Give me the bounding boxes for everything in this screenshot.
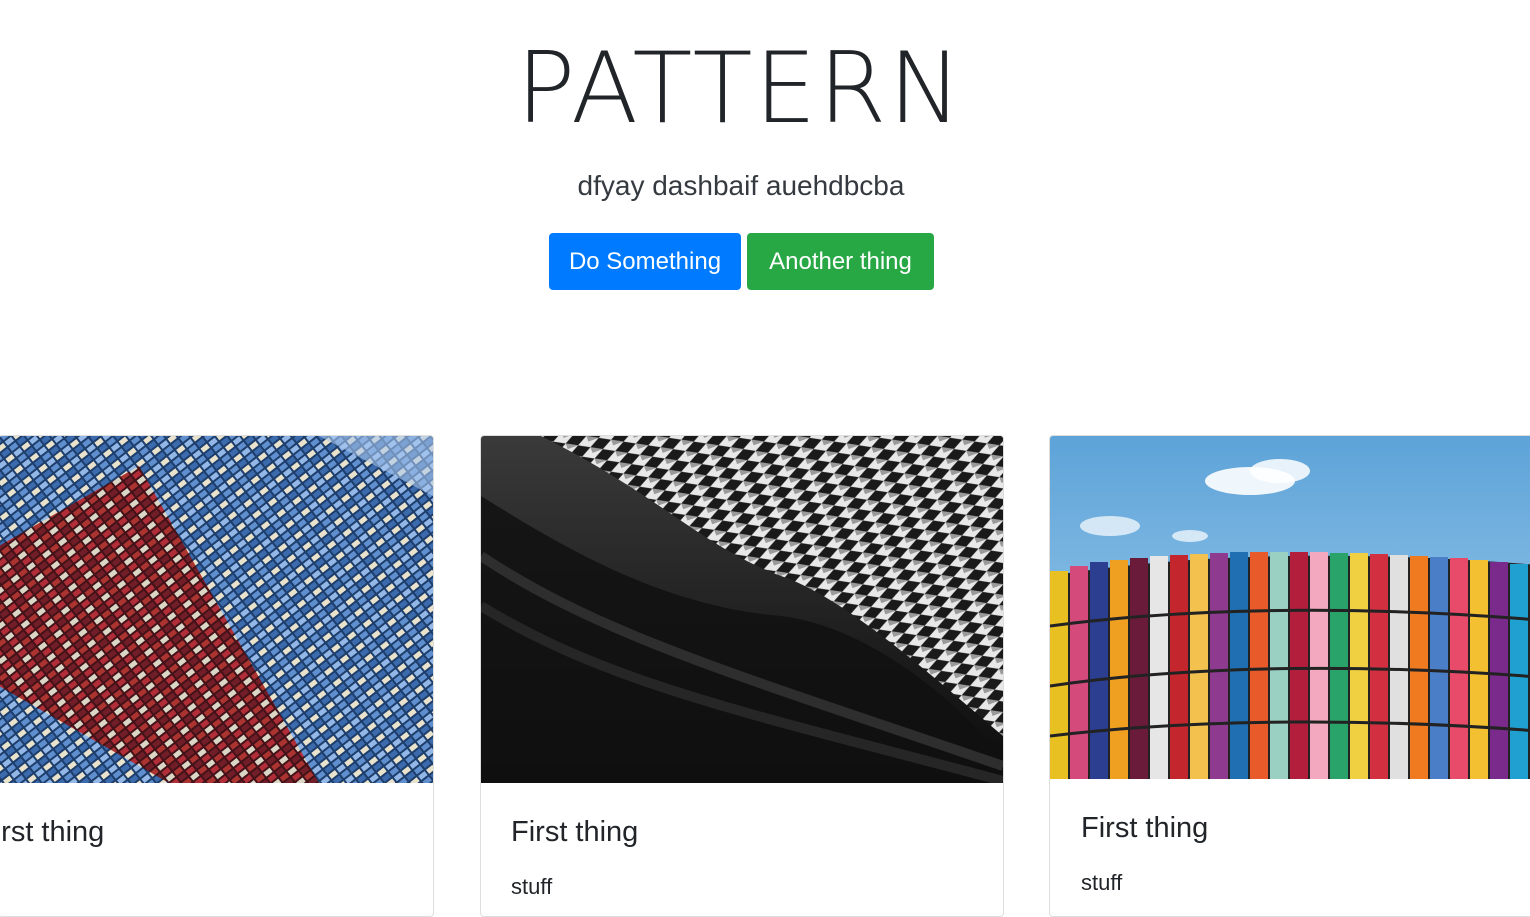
card-3: First thing stuff (1049, 435, 1530, 917)
card-title: First thing (511, 816, 639, 848)
do-something-button[interactable]: Do Something (549, 233, 741, 290)
another-thing-button[interactable]: Another thing (747, 233, 934, 290)
page-subtitle: dfyay dashbaif auehdbcba (577, 170, 905, 201)
page-title: PATTERN (516, 32, 964, 146)
panel-wall (1050, 552, 1530, 779)
card-title: First thing (1081, 812, 1209, 844)
card-text: stuff (511, 874, 553, 899)
card-image-curved-architecture (481, 436, 1003, 783)
card-image-building-facade (0, 436, 433, 783)
card-title: First thing (0, 816, 105, 848)
card-1: First thing (0, 435, 434, 917)
card-image-colorful-panels (1050, 436, 1530, 779)
card-2: First thing stuff (480, 435, 1004, 917)
card-text: stuff (1081, 870, 1123, 895)
